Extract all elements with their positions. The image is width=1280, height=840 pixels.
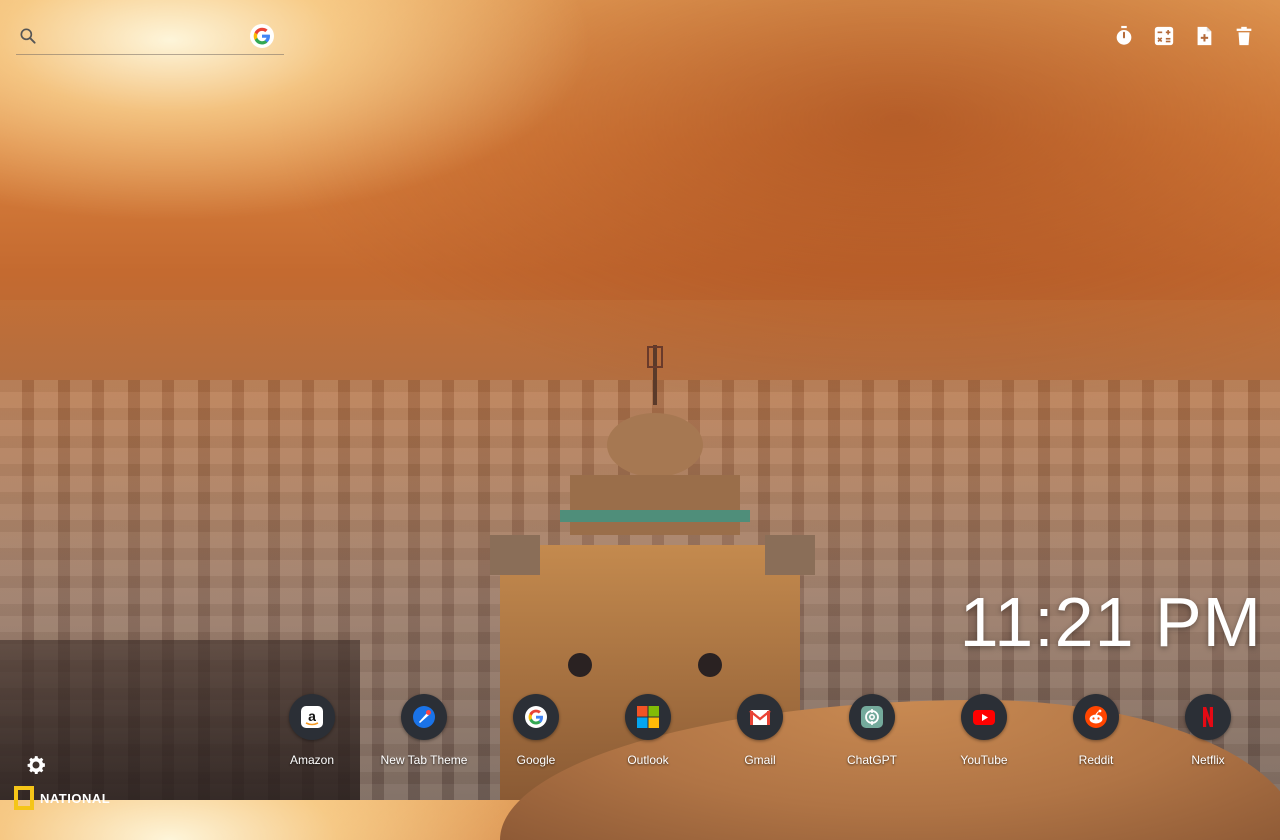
svg-text:a: a <box>308 708 316 724</box>
shortcut-icon-circle <box>513 694 559 740</box>
shortcut-label: YouTube <box>960 753 1008 767</box>
shortcut-outlook[interactable]: Outlook <box>592 694 704 767</box>
delete-button[interactable] <box>1232 24 1256 48</box>
google-icon <box>525 706 547 728</box>
new-tab-theme-icon <box>413 706 435 728</box>
shortcut-amazon[interactable]: a Amazon <box>256 694 368 767</box>
google-search-button[interactable] <box>250 24 274 48</box>
shortcut-icon-circle <box>1185 694 1231 740</box>
shortcut-icon-circle <box>1073 694 1119 740</box>
add-note-button[interactable] <box>1192 24 1216 48</box>
shortcut-label: Amazon <box>289 753 335 767</box>
search-bar <box>16 22 284 55</box>
shortcut-new-tab-theme[interactable]: New Tab Theme <box>368 694 480 767</box>
trash-icon <box>1236 26 1252 46</box>
search-input[interactable] <box>48 24 252 52</box>
shortcut-label: Reddit <box>1078 753 1114 767</box>
youtube-icon <box>973 710 995 725</box>
settings-button[interactable] <box>24 753 48 777</box>
timer-button[interactable] <box>1112 24 1136 48</box>
calculator-icon <box>1154 26 1174 46</box>
amazon-icon: a <box>301 706 323 728</box>
natgeo-yellow-frame-icon <box>14 786 34 810</box>
shortcut-gmail[interactable]: Gmail <box>704 694 816 767</box>
shortcut-icon-circle <box>737 694 783 740</box>
reddit-icon <box>1085 706 1107 728</box>
shortcut-google[interactable]: Google <box>480 694 592 767</box>
shortcut-label: ChatGPT <box>846 753 897 767</box>
shortcut-icon-circle <box>849 694 895 740</box>
outlook-icon <box>637 706 659 728</box>
shortcut-label: New Tab Theme <box>380 753 468 767</box>
top-toolbar <box>1112 24 1256 48</box>
shortcut-icon-circle <box>625 694 671 740</box>
shortcut-icon-circle: a <box>289 694 335 740</box>
shortcut-netflix[interactable]: Netflix <box>1152 694 1264 767</box>
shortcut-reddit[interactable]: Reddit <box>1040 694 1152 767</box>
shortcut-label: Netflix <box>1191 753 1225 767</box>
note-add-icon <box>1197 26 1212 46</box>
google-icon <box>253 27 270 45</box>
shortcut-icon-circle <box>401 694 447 740</box>
shortcut-youtube[interactable]: YouTube <box>928 694 1040 767</box>
timer-icon <box>1116 25 1132 45</box>
clock: 11:21 PM <box>959 583 1262 661</box>
logo-text: NATIONAL <box>40 790 111 806</box>
shortcuts-bar: a Amazon New Tab Theme Google Outlook Gm… <box>256 694 1264 767</box>
chatgpt-icon <box>861 706 883 728</box>
gmail-icon <box>749 710 771 725</box>
shortcut-label: Gmail <box>744 753 776 767</box>
search-icon <box>20 28 36 44</box>
gear-icon <box>27 756 45 774</box>
calculator-button[interactable] <box>1152 24 1176 48</box>
shortcut-label: Google <box>516 753 556 767</box>
shortcut-icon-circle <box>961 694 1007 740</box>
netflix-icon <box>1203 707 1213 727</box>
national-geographic-logo: NATIONAL <box>14 786 111 810</box>
shortcut-label: Outlook <box>627 753 669 767</box>
shortcut-chatgpt[interactable]: ChatGPT <box>816 694 928 767</box>
